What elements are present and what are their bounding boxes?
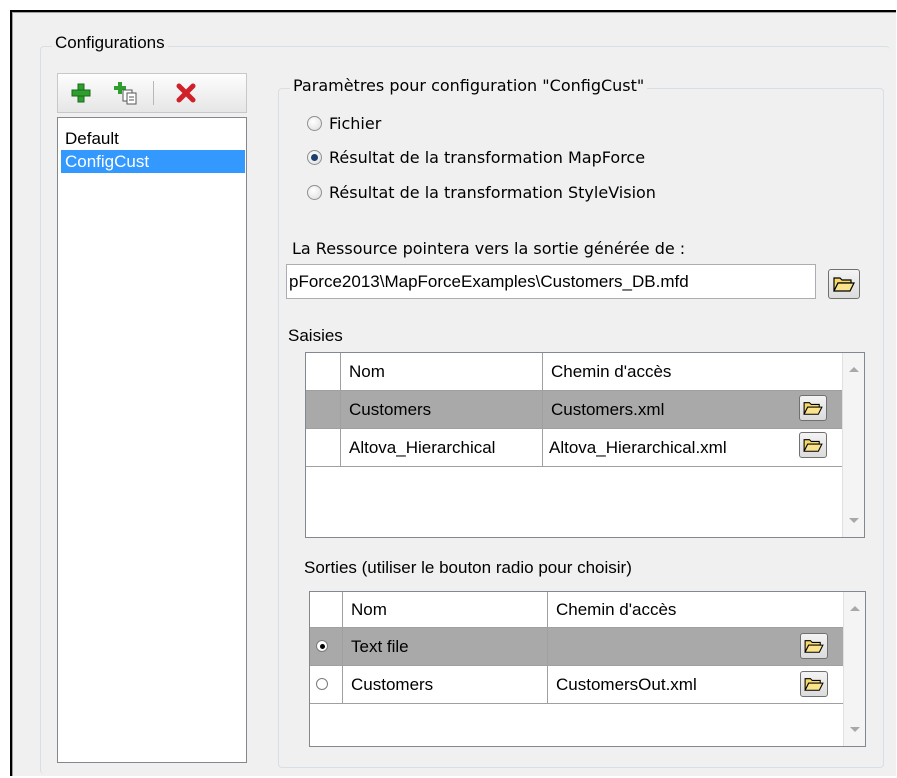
outputs-row-header-corner [310, 592, 343, 628]
folder-open-icon [803, 439, 823, 452]
folder-open-icon [803, 402, 823, 415]
outputs-row-radio-cell[interactable] [310, 628, 343, 666]
outputs-scrollbar[interactable] [843, 592, 865, 746]
radio-button[interactable] [307, 184, 322, 200]
browse-input-button[interactable] [799, 395, 827, 421]
inputs-row-indicator[interactable] [306, 429, 341, 467]
add-plus-icon [71, 83, 91, 103]
resource-path-input[interactable]: pForce2013\MapForceExamples\Customers_DB… [286, 264, 816, 299]
copy-add-icon [114, 82, 137, 105]
browse-output-button[interactable] [800, 671, 828, 697]
outputs-col-nom[interactable]: Nom [343, 592, 548, 628]
outputs-title: Sorties (utiliser le bouton radio pour c… [304, 558, 632, 577]
outputs-cell-name[interactable]: Customers [343, 666, 548, 704]
scroll-down-icon[interactable] [850, 727, 860, 732]
add-config-button[interactable] [68, 80, 94, 106]
radio-button[interactable] [307, 115, 322, 131]
output-radio-button[interactable] [316, 678, 328, 690]
radio-button[interactable] [307, 149, 322, 165]
config-toolbar [57, 73, 247, 113]
browse-input-button[interactable] [799, 432, 827, 458]
folder-open-icon [804, 640, 824, 653]
configurations-title: Configurations [52, 33, 168, 53]
radio-fichier[interactable]: Fichier [307, 111, 381, 135]
resource-path-text: pForce2013\MapForceExamples\Customers_DB… [289, 272, 689, 291]
inputs-cell-path[interactable]: Customers.xml [543, 391, 843, 429]
output-radio-button[interactable] [316, 640, 328, 652]
radio-mapforce[interactable]: Résultat de la transformation MapForce [307, 145, 645, 169]
outputs-grid: Nom Chemin d'accès Text file Customers C… [309, 591, 866, 747]
resource-label: La Ressource pointera vers la sortie gén… [292, 239, 686, 258]
inputs-scrollbar[interactable] [842, 353, 864, 537]
delete-config-button[interactable] [173, 80, 199, 106]
inputs-cell-name[interactable]: Altova_Hierarchical [341, 429, 543, 467]
inputs-col-path[interactable]: Chemin d'accès [543, 353, 843, 391]
outputs-row-radio-cell[interactable] [310, 666, 343, 704]
delete-x-icon [176, 83, 196, 103]
browse-output-button[interactable] [800, 633, 828, 659]
copy-config-button[interactable] [113, 80, 139, 106]
scroll-up-icon[interactable] [850, 606, 860, 611]
browse-resource-button[interactable] [828, 269, 860, 299]
outputs-cell-name[interactable]: Text file [343, 628, 548, 666]
inputs-cell-path[interactable]: Altova_Hierarchical.xml [543, 429, 843, 467]
inputs-row-indicator[interactable] [306, 391, 341, 429]
folder-open-icon [804, 678, 824, 691]
toolbar-separator [153, 81, 154, 105]
outputs-col-path[interactable]: Chemin d'accès [548, 592, 844, 628]
list-item-configcust[interactable]: ConfigCust [61, 150, 245, 173]
scroll-down-icon[interactable] [849, 518, 859, 523]
inputs-grid: Nom Chemin d'accès Customers Customers.x… [305, 352, 865, 538]
list-item-default[interactable]: Default [61, 127, 245, 150]
scroll-up-icon[interactable] [849, 367, 859, 372]
radio-fichier-label: Fichier [329, 113, 382, 133]
radio-stylevision[interactable]: Résultat de la transformation StyleVisio… [307, 180, 656, 204]
inputs-cell-name[interactable]: Customers [341, 391, 543, 429]
inputs-title: Saisies [288, 326, 343, 345]
radio-mapforce-label: Résultat de la transformation MapForce [329, 147, 646, 167]
folder-open-icon [833, 277, 855, 292]
inputs-col-nom[interactable]: Nom [341, 353, 543, 391]
configuration-list[interactable]: Default ConfigCust [57, 117, 247, 763]
params-title: Paramètres pour configuration "ConfigCus… [290, 76, 648, 95]
inputs-row-header-corner [306, 353, 341, 391]
radio-stylevision-label: Résultat de la transformation StyleVisio… [329, 182, 656, 202]
